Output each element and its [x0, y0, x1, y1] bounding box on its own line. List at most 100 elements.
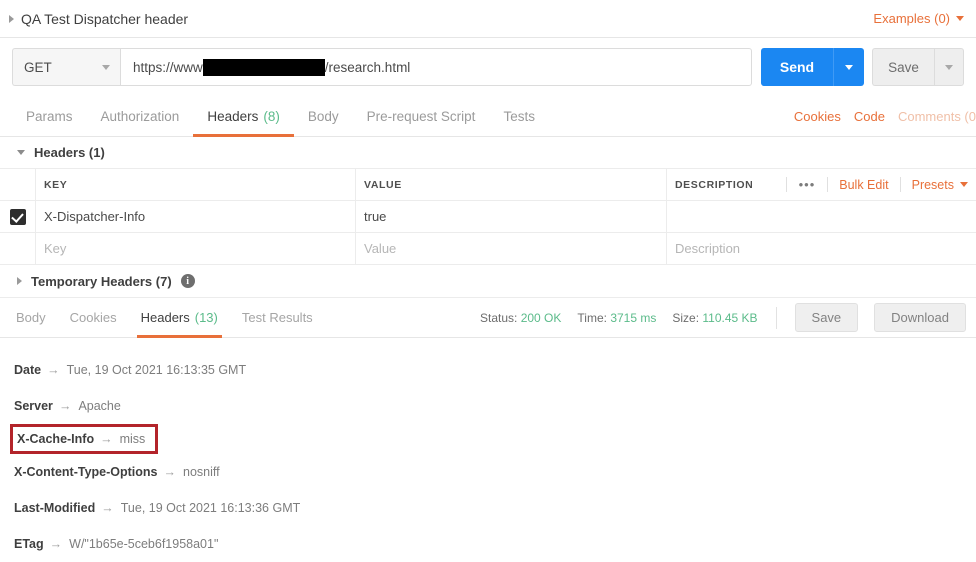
more-options-icon[interactable]: ••• [787, 177, 828, 192]
table-row-placeholder[interactable]: Key Value Description [0, 233, 976, 264]
new-key-input[interactable]: Key [36, 233, 356, 264]
presets-button[interactable]: Presets [901, 178, 974, 192]
response-header-name: X-Cache-Info [17, 432, 95, 446]
tab-label: Headers [207, 108, 259, 124]
triangle-right-icon[interactable] [17, 277, 22, 285]
request-tab-actions: Cookies Code Comments (0 [794, 96, 976, 136]
response-save-button[interactable]: Save [794, 303, 859, 332]
send-button-group[interactable]: Send [761, 48, 864, 86]
bulk-edit-button[interactable]: Bulk Edit [828, 178, 899, 192]
chevron-down-icon [945, 64, 953, 70]
response-tab-bar: Body Cookies Headers (13) Test Results S… [0, 297, 976, 338]
page-title: QA Test Dispatcher header [21, 10, 189, 27]
url-input[interactable]: https://www/research.html [120, 48, 752, 86]
response-header-value: nosniff [183, 465, 220, 479]
arrow-right-icon: → [47, 363, 60, 377]
info-icon[interactable]: i [180, 274, 195, 288]
response-headers-list: Date → Tue, 19 Oct 2021 16:13:35 GMT Ser… [0, 338, 976, 562]
tab-label: Body [16, 310, 46, 325]
comments-link[interactable]: Comments (0 [898, 109, 976, 124]
tab-label: Params [26, 108, 73, 124]
save-button-group[interactable]: Save [872, 48, 964, 86]
tab-tests[interactable]: Tests [489, 96, 549, 136]
headers-section-header[interactable]: Headers (1) [0, 137, 976, 168]
column-description-label: DESCRIPTION [675, 178, 754, 191]
examples-group[interactable]: Examples (0) [873, 11, 964, 26]
response-tab-cookies[interactable]: Cookies [58, 298, 129, 337]
row-key-cell[interactable]: X-Dispatcher-Info [36, 201, 356, 232]
response-header-item: Date → Tue, 19 Oct 2021 16:13:35 GMT [14, 352, 246, 388]
triangle-right-icon[interactable] [9, 14, 14, 23]
tab-label: Headers [140, 310, 190, 325]
row-description-cell[interactable] [667, 201, 976, 232]
url-bar: GET https://www/research.html Send Save [0, 38, 976, 96]
arrow-right-icon: → [58, 399, 72, 413]
new-description-placeholder: Description [675, 241, 741, 256]
column-value-label: VALUE [364, 178, 402, 191]
divider [775, 306, 777, 329]
table-header-row: KEY VALUE DESCRIPTION ••• Bulk Edit Pres… [0, 169, 976, 201]
response-header-name: ETag [14, 537, 44, 551]
response-header-name: Last-Modified [14, 501, 96, 515]
response-header-value: Apache [78, 399, 121, 413]
response-header-item: Server → Apache [14, 388, 121, 424]
response-tab-headers[interactable]: Headers (13) [129, 298, 230, 338]
triangle-down-icon[interactable] [17, 150, 25, 155]
tab-headers[interactable]: Headers (8) [193, 96, 294, 137]
send-options-button[interactable] [833, 48, 864, 86]
tab-authorization[interactable]: Authorization [87, 96, 194, 136]
row-enabled-checkbox-cell[interactable] [0, 201, 36, 232]
send-button[interactable]: Send [761, 48, 833, 86]
table-row[interactable]: X-Dispatcher-Info true [0, 201, 976, 233]
response-header-value: Tue, 19 Oct 2021 16:13:36 GMT [120, 501, 301, 515]
tab-label: Pre-request Script [366, 108, 476, 124]
redaction-block [202, 58, 325, 76]
response-header-item: X-Content-Type-Options → nosniff [14, 454, 220, 490]
tab-pre-request-script[interactable]: Pre-request Script [353, 96, 490, 136]
chevron-down-icon [845, 64, 853, 70]
response-header-item: ETag → W/"1b65e-5ceb6f1958a01" [14, 526, 218, 562]
tab-count: (13) [194, 310, 218, 325]
request-name-group[interactable]: QA Test Dispatcher header [9, 11, 188, 27]
arrow-right-icon: → [163, 465, 177, 479]
new-description-input[interactable]: Description [667, 233, 976, 264]
response-header-value: Tue, 19 Oct 2021 16:13:35 GMT [66, 363, 247, 377]
headers-table-tools: ••• Bulk Edit Presets [785, 169, 974, 200]
status-badge: 200 OK [520, 310, 562, 325]
url-suffix-text: /research.html [324, 59, 411, 75]
response-tab-test-results[interactable]: Test Results [230, 298, 325, 337]
row-value-text: true [364, 209, 387, 224]
checkbox-checked-icon[interactable] [9, 208, 26, 225]
save-options-button[interactable] [934, 48, 964, 86]
tab-params[interactable]: Params [12, 96, 87, 136]
arrow-right-icon: → [49, 537, 63, 551]
header-checkbox-column [0, 169, 36, 200]
examples-link[interactable]: Examples (0) [873, 11, 950, 26]
code-link[interactable]: Code [854, 109, 885, 124]
row-enabled-checkbox-cell[interactable] [0, 233, 36, 264]
chevron-down-icon[interactable] [956, 16, 964, 21]
save-button[interactable]: Save [872, 48, 934, 86]
request-name-bar: QA Test Dispatcher header Examples (0) [0, 0, 976, 38]
time-label: Time: [577, 310, 607, 325]
tab-label: Body [307, 108, 339, 124]
response-header-item-highlighted: X-Cache-Info → miss [10, 424, 159, 454]
response-download-button[interactable]: Download [874, 303, 966, 332]
new-value-placeholder: Value [364, 241, 397, 256]
headers-section-title: Headers (1) [34, 145, 105, 160]
row-key-text: X-Dispatcher-Info [44, 209, 146, 224]
new-value-input[interactable]: Value [356, 233, 667, 264]
chevron-down-icon [960, 182, 968, 187]
response-tab-body[interactable]: Body [4, 298, 58, 337]
row-value-cell[interactable]: true [356, 201, 667, 232]
headers-table: KEY VALUE DESCRIPTION ••• Bulk Edit Pres… [0, 168, 976, 265]
http-method-select[interactable]: GET [12, 48, 120, 86]
request-tabs: Params Authorization Headers (8) Body Pr… [0, 96, 549, 137]
column-value: VALUE [356, 169, 667, 200]
temporary-headers-label: Temporary Headers (7) [31, 273, 172, 289]
presets-label: Presets [911, 177, 954, 192]
tab-body[interactable]: Body [294, 96, 353, 136]
response-tabs: Body Cookies Headers (13) Test Results [0, 298, 325, 338]
cookies-link[interactable]: Cookies [794, 109, 841, 124]
temporary-headers-row[interactable]: Temporary Headers (7) i [0, 265, 976, 297]
